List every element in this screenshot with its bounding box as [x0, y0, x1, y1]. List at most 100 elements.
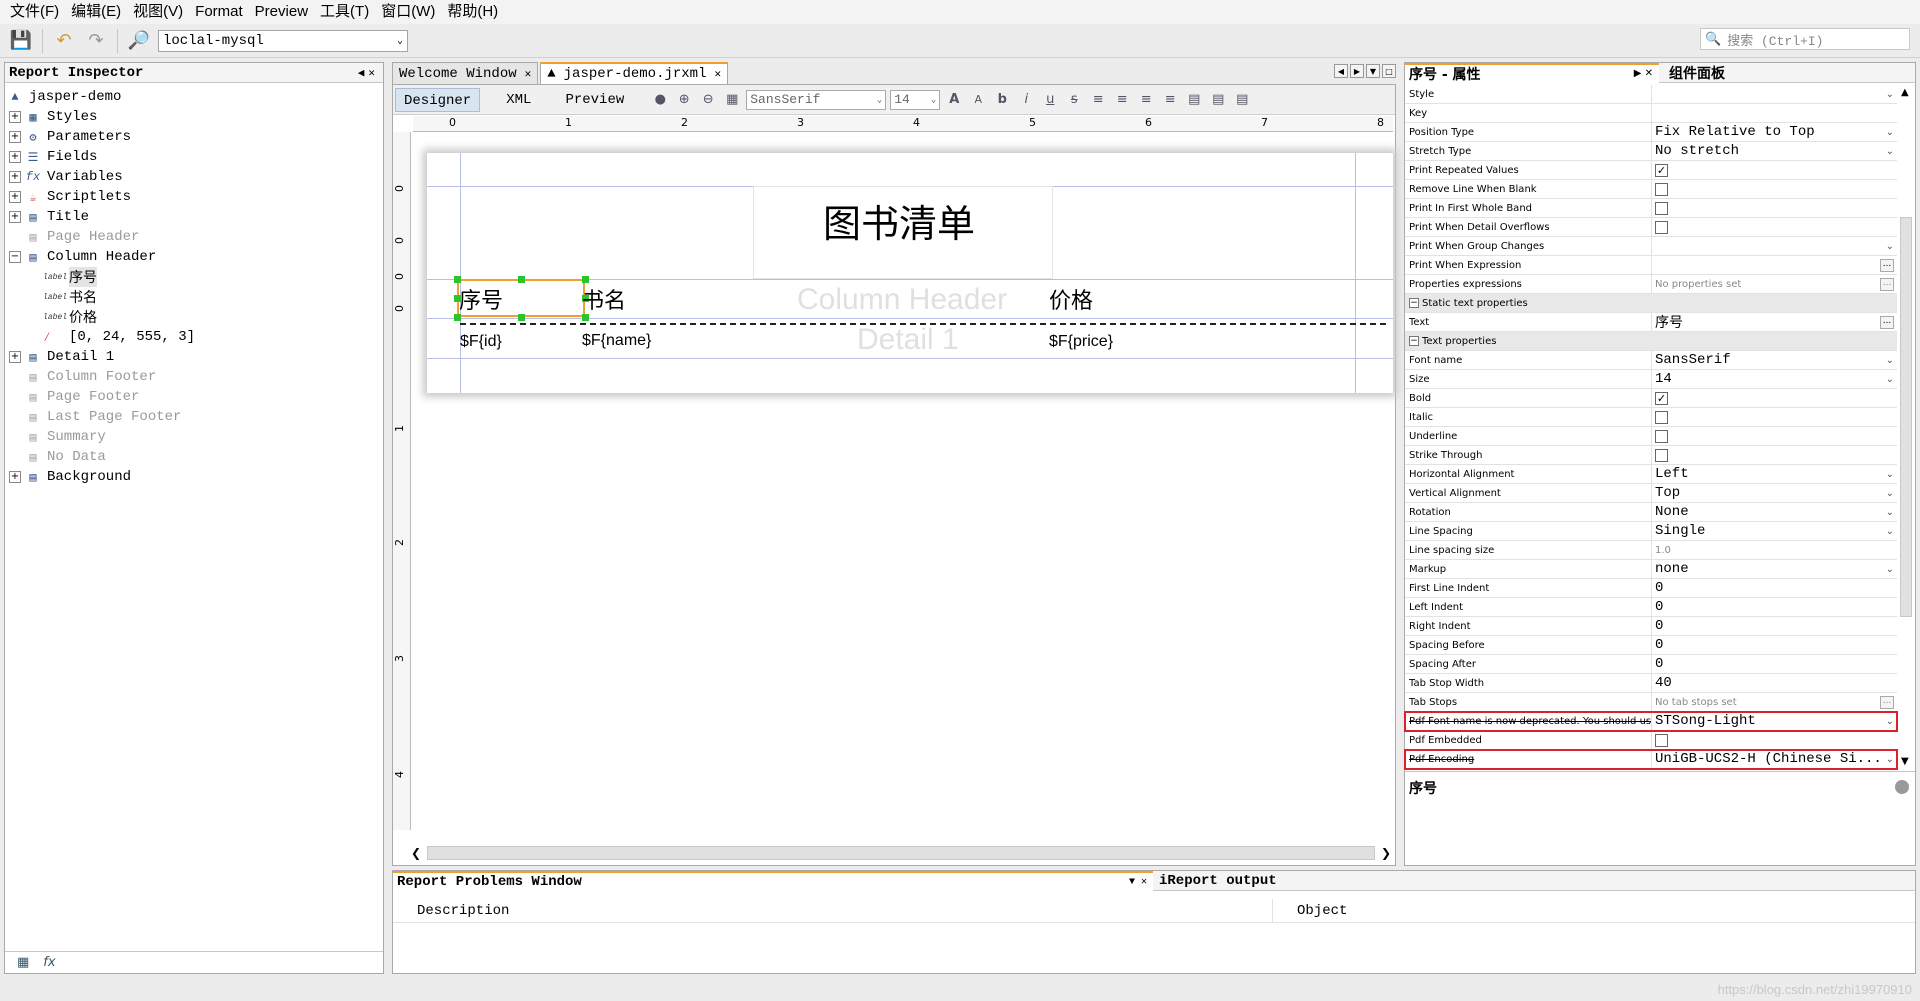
checkbox[interactable] [1655, 410, 1668, 424]
scroll-right-icon[interactable]: ▶ [1350, 64, 1364, 78]
prop-value[interactable]: 0 [1651, 598, 1897, 616]
datasource-icon[interactable]: 🔎 [126, 28, 152, 54]
tree-item[interactable]: ▤ Page Header [5, 227, 383, 247]
prop-value[interactable]: 0 [1651, 655, 1897, 673]
column-description[interactable]: Description [393, 899, 1273, 922]
tab-welcome[interactable]: Welcome Window ✕ [392, 62, 539, 84]
panel-controls[interactable]: ▼ ✕ [1129, 876, 1147, 888]
prop-value[interactable]: ⌄ [1651, 237, 1897, 255]
prop-value[interactable]: ⌄ [1651, 85, 1897, 103]
horizontal-scrollbar[interactable]: ❮ ❯ [411, 845, 1391, 861]
tab-jasper-demo[interactable]: ▲ jasper-demo.jrxml ✕ [540, 62, 729, 84]
prop-row[interactable]: Text 序号... [1405, 313, 1897, 332]
prop-row[interactable]: Pdf Embedded [1405, 731, 1897, 750]
align-right-icon[interactable]: ≡ [1136, 90, 1156, 110]
prop-value[interactable] [1651, 180, 1897, 198]
close-icon[interactable]: ✕ [714, 67, 721, 81]
bold-icon[interactable]: b [992, 90, 1012, 110]
panel-controls[interactable]: ◀✕ [358, 66, 379, 80]
field-id[interactable]: $F{id} [460, 333, 502, 351]
prop-value[interactable]: Fix Relative to Top ⌄ [1651, 123, 1897, 141]
prop-value[interactable]: 0 [1651, 617, 1897, 635]
tree-item[interactable]: − ▤ Column Header [5, 247, 383, 267]
expand-icon[interactable]: + [9, 351, 21, 363]
report-title[interactable]: 图书清单 [823, 193, 975, 248]
tree-item[interactable]: label 价格 [5, 307, 383, 327]
prop-value[interactable]: STSong-Light ⌄ [1651, 712, 1897, 730]
prop-value[interactable]: 序号... [1651, 313, 1897, 332]
tree-item[interactable]: label 书名 [5, 287, 383, 307]
panel-controls[interactable]: ▶ ✕ [1634, 68, 1653, 79]
tree-root[interactable]: ▲ jasper-demo [5, 87, 383, 107]
menu-window[interactable]: 窗口(W) [375, 0, 441, 24]
prop-row-pdf-encoding-highlighted[interactable]: Pdf Encoding UniGB-UCS2-H (Chinese Si... ⌄ [1404, 749, 1898, 770]
prop-row[interactable]: Strike Through [1405, 446, 1897, 465]
field-price[interactable]: $F{price} [1049, 333, 1113, 351]
prop-row[interactable]: Markup none ⌄ [1405, 560, 1897, 579]
expand-icon[interactable]: + [9, 191, 21, 203]
undo-icon[interactable]: ↶ [51, 28, 77, 54]
scroll-up-icon[interactable]: ▲ [1901, 87, 1909, 98]
maximize-icon[interactable]: □ [1382, 64, 1396, 78]
prop-row[interactable]: Left Indent 0 [1405, 598, 1897, 617]
prop-row[interactable]: Remove Line When Blank [1405, 180, 1897, 199]
prop-row[interactable]: Tab Stop Width 40 [1405, 674, 1897, 693]
underline-icon[interactable]: u [1040, 90, 1060, 110]
prop-row[interactable]: Properties expressions No properties set.… [1405, 275, 1897, 294]
prop-value[interactable] [1651, 104, 1897, 122]
menu-edit[interactable]: 编辑(E) [65, 0, 127, 24]
connection-select[interactable]: loclal-mysql ⌄ [158, 29, 408, 52]
font-name-select[interactable]: SansSerif ⌄ [746, 89, 887, 110]
prop-row[interactable]: Key [1405, 104, 1897, 123]
checkbox[interactable] [1655, 201, 1668, 215]
ellipsis-button[interactable]: ... [1880, 258, 1894, 272]
checkbox[interactable] [1655, 429, 1668, 443]
font-size-select[interactable]: 14 ⌄ [890, 89, 941, 110]
prop-value[interactable]: 1.0 [1651, 541, 1897, 559]
tab-problems[interactable]: Report Problems Window ▼ ✕ [393, 870, 1153, 891]
checkbox[interactable] [1655, 733, 1668, 747]
separator-line[interactable] [460, 323, 1386, 325]
report-page[interactable]: 图书清单 Column Header Detail 1 序号 书名 价格 $F{… [427, 153, 1393, 393]
resize-handle[interactable] [518, 314, 525, 321]
prop-value[interactable]: UniGB-UCS2-H (Chinese Si... ⌄ [1651, 750, 1897, 768]
column-object[interactable]: Object [1273, 899, 1347, 922]
align-center-icon[interactable]: ≡ [1112, 90, 1132, 110]
collapse-icon[interactable]: − [9, 251, 21, 263]
prop-value[interactable]: ... [1651, 256, 1897, 274]
align-justify-icon[interactable]: ≡ [1160, 90, 1180, 110]
expand-icon[interactable]: + [9, 131, 21, 143]
tree-item[interactable]: ∕ [0, 24, 555, 3] [5, 327, 383, 347]
prop-value[interactable] [1651, 199, 1897, 217]
prop-row[interactable]: Size 14 ⌄ [1405, 370, 1897, 389]
tree-item[interactable]: + ▤ Background [5, 467, 383, 487]
prop-row[interactable]: Stretch Type No stretch ⌄ [1405, 142, 1897, 161]
resize-handle[interactable] [582, 276, 589, 283]
tab-preview[interactable]: Preview [557, 88, 632, 112]
scroll-down-icon[interactable]: ▼ [1901, 756, 1909, 767]
menu-help[interactable]: 帮助(H) [441, 0, 504, 24]
prop-value[interactable]: Left ⌄ [1651, 465, 1897, 483]
prop-value[interactable]: SansSerif ⌄ [1651, 351, 1897, 369]
collapse-icon[interactable]: − [1409, 336, 1419, 346]
prop-row[interactable]: Vertical Alignment Top ⌄ [1405, 484, 1897, 503]
checkbox-checked[interactable]: ✓ [1655, 163, 1668, 177]
menu-preview[interactable]: Preview [249, 0, 314, 24]
prop-value[interactable]: No tab stops set... [1651, 693, 1897, 711]
prop-row[interactable]: Spacing Before 0 [1405, 636, 1897, 655]
tab-list-icon[interactable]: ▼ [1366, 64, 1380, 78]
menu-view[interactable]: 视图(V) [127, 0, 189, 24]
tab-xml[interactable]: XML [498, 88, 539, 112]
redo-icon[interactable]: ↷ [83, 28, 109, 54]
prop-row[interactable]: Tab Stops No tab stops set... [1405, 693, 1897, 712]
collapse-icon[interactable]: − [1409, 298, 1419, 308]
prop-row[interactable]: Print When Expression... [1405, 256, 1897, 275]
tree-item[interactable]: + ☕ Scriptlets [5, 187, 383, 207]
prop-value[interactable]: Top ⌄ [1651, 484, 1897, 502]
vertical-scrollbar[interactable]: ▲ ▼ [1899, 87, 1913, 767]
zoom-in-icon[interactable]: ⊕ [674, 90, 694, 110]
prop-value[interactable]: None ⌄ [1651, 503, 1897, 521]
expand-icon[interactable]: + [9, 111, 21, 123]
resize-handle[interactable] [518, 276, 525, 283]
prop-row[interactable]: Print Repeated Values ✓ [1405, 161, 1897, 180]
